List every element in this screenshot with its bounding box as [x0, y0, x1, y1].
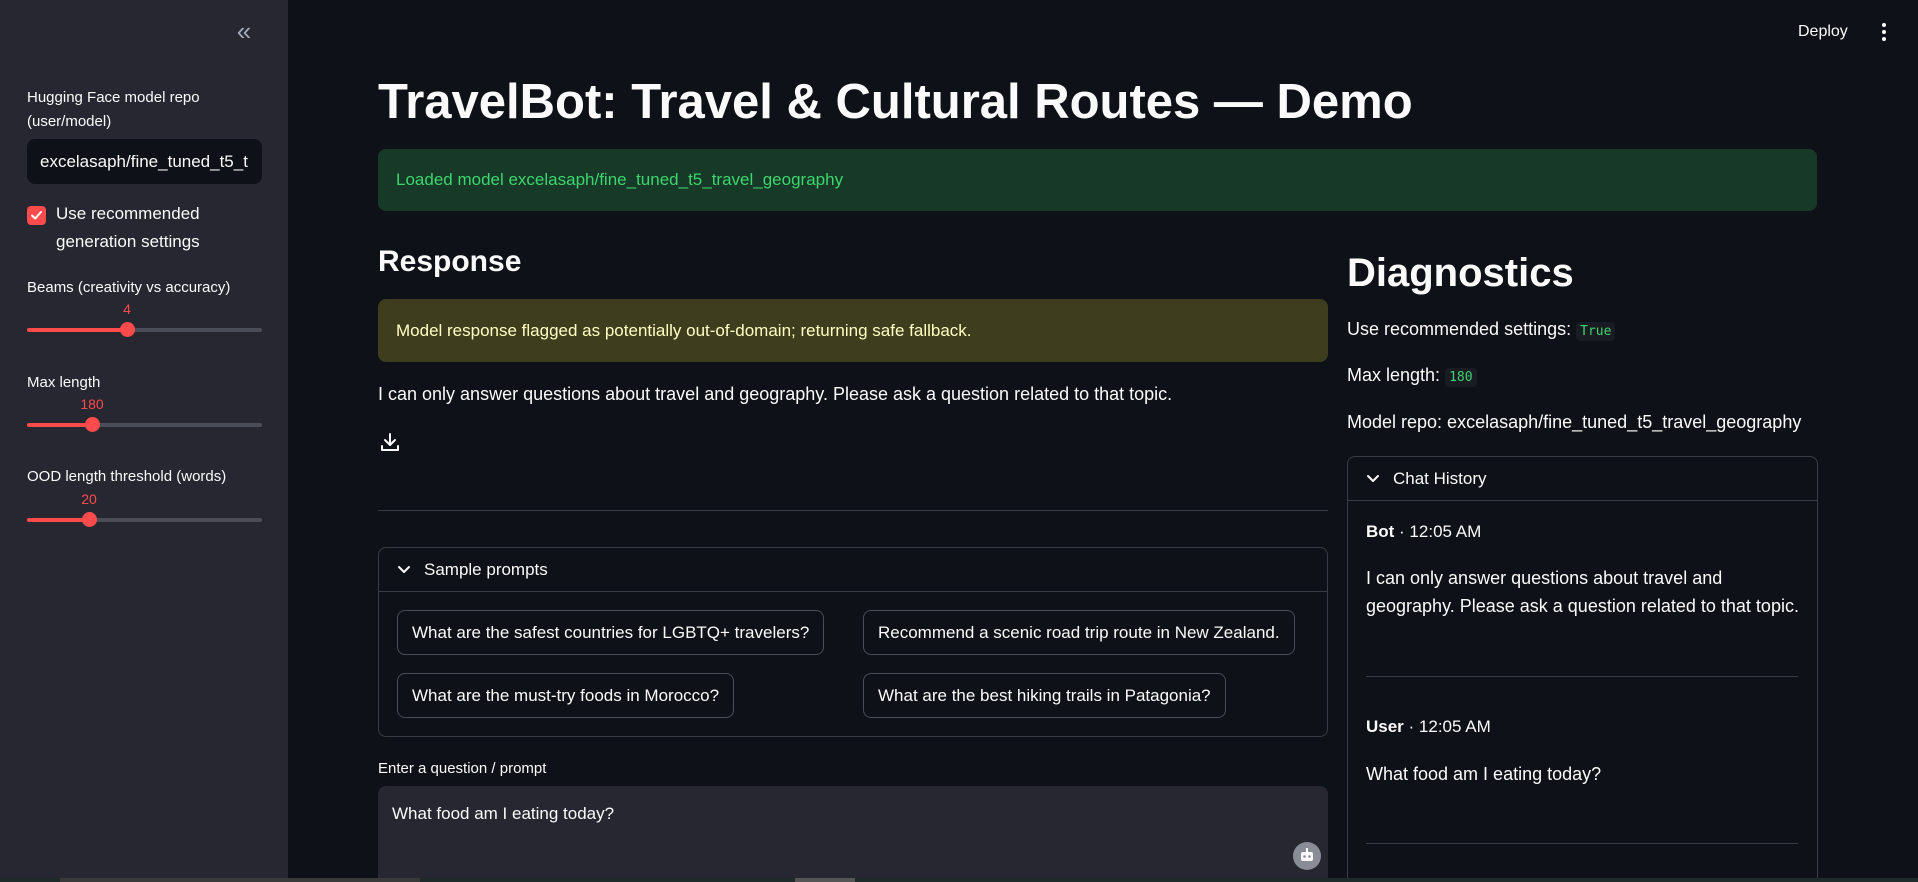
diag-max-length-line: Max length: 180	[1347, 362, 1477, 391]
scrollbar-thumb[interactable]	[795, 878, 855, 882]
diag-model-repo: Model repo: excelasaph/fine_tuned_t5_tra…	[1347, 412, 1802, 432]
chat-history-header[interactable]: Chat History	[1348, 457, 1817, 501]
chat-time: · 12:05 AM	[1403, 717, 1491, 736]
chat-time: · 12:05 AM	[1394, 522, 1482, 541]
slider-thumb[interactable]	[120, 322, 135, 337]
sample-prompts-header[interactable]: Sample prompts	[379, 548, 1327, 592]
slider-value: 4	[123, 301, 131, 317]
chat-message-text: What food am I eating today?	[1366, 764, 1602, 784]
deploy-button[interactable]: Deploy	[1798, 20, 1848, 44]
sample-prompt-button[interactable]: What are the safest countries for LGBTQ+…	[397, 610, 825, 655]
use-recommended-label: Use recommended generation settings	[56, 204, 200, 251]
prompt-input-label: Enter a question / prompt	[378, 760, 547, 777]
page-title: TravelBot: Travel & Cultural Routes — De…	[378, 75, 1413, 129]
diag-max-length-label: Max length:	[1347, 365, 1441, 385]
chat-divider	[1366, 676, 1798, 677]
download-icon[interactable]	[378, 430, 402, 454]
chevron-down-icon	[398, 566, 410, 573]
sample-prompt-button[interactable]: Recommend a scenic road trip route in Ne…	[863, 610, 1295, 655]
diagnostics-heading: Diagnostics	[1347, 251, 1574, 295]
diag-recommended-label: Use recommended settings:	[1347, 319, 1572, 339]
chat-message-text: I can only answer questions about travel…	[1366, 568, 1799, 616]
divider	[378, 510, 1328, 511]
max-length-slider[interactable]: 180	[27, 396, 262, 436]
chat-message-meta: User · 12:05 AM	[1366, 715, 1491, 739]
chevron-down-icon	[1367, 475, 1379, 482]
diag-recommended-value: True	[1576, 322, 1616, 341]
scrollbar-segment	[60, 878, 420, 882]
chat-history-label: Chat History	[1393, 469, 1487, 488]
warning-alert: Model response flagged as potentially ou…	[378, 299, 1328, 362]
sample-prompt-button[interactable]: What are the must-try foods in Morocco?	[397, 673, 735, 718]
model-repo-label: Hugging Face model repo (user/model)	[27, 89, 200, 130]
sample-prompts-label: Sample prompts	[424, 560, 548, 579]
chat-sender: User	[1366, 717, 1404, 736]
slider-fill	[27, 423, 92, 427]
use-recommended-checkbox[interactable]	[27, 206, 46, 225]
more-menu-icon[interactable]	[1876, 20, 1892, 44]
sample-prompt-button[interactable]: What are the best hiking trails in Patag…	[863, 673, 1226, 718]
slider-value: 20	[81, 491, 97, 507]
chat-message-meta: Bot · 12:05 AM	[1366, 520, 1481, 544]
slider-thumb[interactable]	[82, 512, 97, 527]
max-length-label: Max length	[27, 374, 101, 391]
response-text: I can only answer questions about travel…	[378, 384, 1173, 404]
slider-value: 180	[80, 396, 104, 412]
beams-label: Beams (creativity vs accuracy)	[27, 279, 231, 296]
slider-thumb[interactable]	[85, 417, 100, 432]
chat-divider	[1366, 843, 1798, 844]
diag-max-length-value: 180	[1445, 368, 1477, 387]
model-repo-input[interactable]: excelasaph/fine_tuned_t5_t	[27, 139, 262, 184]
prompt-textarea[interactable]: What food am I eating today?	[378, 786, 1328, 882]
beams-slider[interactable]: 4	[27, 301, 262, 341]
response-heading: Response	[378, 245, 522, 278]
diag-recommended-line: Use recommended settings: True	[1347, 316, 1616, 345]
chat-sender: Bot	[1366, 522, 1395, 541]
collapse-sidebar-icon[interactable]: «	[230, 18, 258, 46]
ood-threshold-slider[interactable]: 20	[27, 491, 262, 531]
ood-threshold-label: OOD length threshold (words)	[27, 468, 227, 485]
slider-fill	[27, 328, 127, 332]
check-icon	[31, 211, 42, 220]
sidebar: « Hugging Face model repo (user/model) e…	[0, 0, 288, 882]
robot-icon[interactable]	[1293, 842, 1321, 870]
success-alert: Loaded model excelasaph/fine_tuned_t5_tr…	[378, 149, 1817, 211]
slider-fill	[27, 518, 89, 522]
sample-prompts-expander: Sample prompts What are the safest count…	[378, 547, 1328, 737]
